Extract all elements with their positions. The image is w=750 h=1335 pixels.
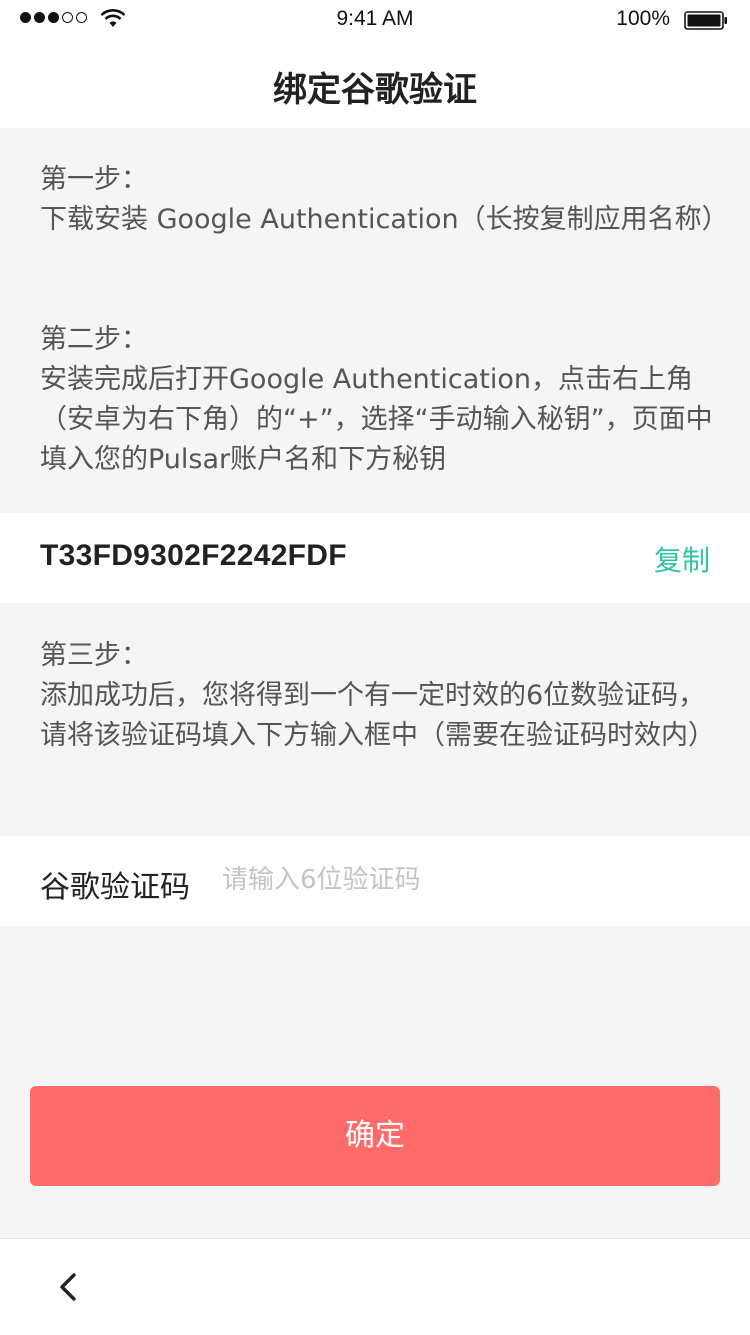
confirm-button[interactable]: 确定	[30, 1086, 720, 1186]
step-two-title: 第二步：	[40, 324, 148, 355]
secret-key-row: T33FD9302F2242FDF 复制	[0, 513, 750, 603]
verification-code-row: 谷歌验证码	[0, 836, 750, 926]
step-two-body: 安装完成后打开Google Authentication，点击右上角（安卓为右下…	[40, 364, 713, 475]
step-one-body: 下载安装 Google Authentication（长按复制应用名称）	[40, 204, 729, 235]
step-three: 第三步： 添加成功后，您将得到一个有一定时效的6位数验证码，请将该验证码填入下方…	[40, 636, 720, 756]
status-bar: 9:41 AM 100%	[0, 0, 750, 40]
battery-icon	[684, 11, 727, 30]
step-three-body: 添加成功后，您将得到一个有一定时效的6位数验证码，请将该验证码填入下方输入框中（…	[40, 680, 715, 751]
copy-button[interactable]: 复制	[654, 539, 710, 579]
step-two: 第二步： 安装完成后打开Google Authentication，点击右上角（…	[40, 320, 720, 480]
step-one-title: 第一步：	[40, 164, 148, 195]
step-one: 第一步： 下载安装 Google Authentication（长按复制应用名称…	[40, 160, 729, 240]
battery-percent: 100%	[616, 7, 670, 30]
verification-code-input[interactable]	[222, 858, 702, 902]
nav-bar: 绑定谷歌验证	[0, 40, 750, 128]
chevron-left-icon[interactable]	[50, 1269, 86, 1305]
verification-code-label: 谷歌验证码	[40, 870, 190, 905]
page-title: 绑定谷歌验证	[273, 70, 477, 110]
step-three-title: 第三步：	[40, 640, 148, 671]
bottom-bar	[0, 1238, 750, 1335]
secret-key: T33FD9302F2242FDF	[40, 539, 347, 572]
